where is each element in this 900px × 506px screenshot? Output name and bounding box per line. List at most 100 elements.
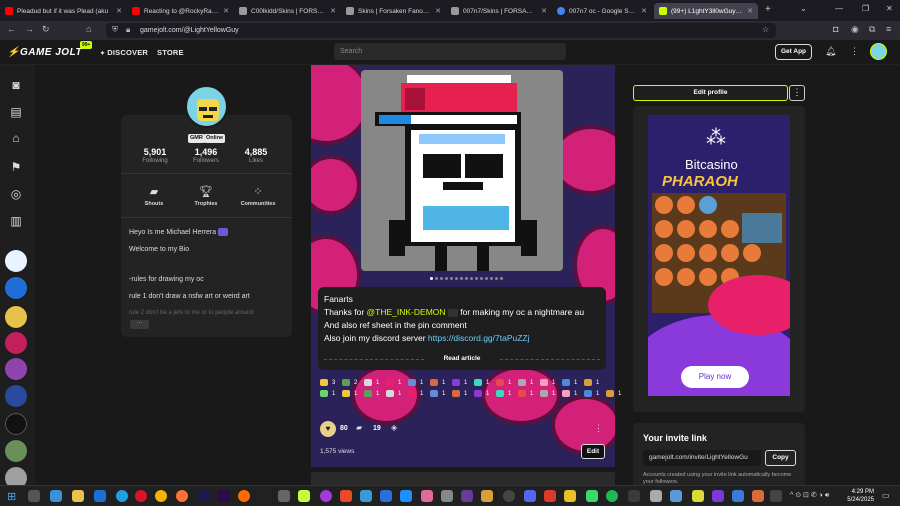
roblox-community-avatar[interactable] bbox=[5, 277, 27, 299]
show-more-button[interactable]: ··· bbox=[130, 320, 149, 329]
mail-icon[interactable] bbox=[50, 490, 62, 502]
sticker-count[interactable]: 1 bbox=[518, 379, 533, 386]
opera-icon[interactable] bbox=[135, 490, 147, 502]
browser-tab[interactable]: 007n7/Skins | FORSAKEN Wiki | F✕ bbox=[446, 3, 552, 19]
trophy-icon[interactable]: 🏆︎ bbox=[199, 185, 213, 198]
app-icon[interactable] bbox=[461, 490, 473, 502]
bell-icon[interactable]: 🔔︎ bbox=[825, 46, 836, 57]
tab-list-icon[interactable]: ⌄ bbox=[800, 4, 807, 13]
firefox-icon[interactable] bbox=[176, 490, 188, 502]
windows-start-icon[interactable]: ⊞ bbox=[7, 490, 16, 503]
capcut-icon[interactable] bbox=[258, 490, 270, 502]
next-post-preview[interactable] bbox=[311, 472, 615, 485]
profile-avatar[interactable] bbox=[185, 85, 228, 128]
profile-menu-button[interactable]: ⋮ bbox=[789, 85, 805, 101]
gamejolt-taskbar-icon[interactable] bbox=[298, 490, 310, 502]
play-now-button[interactable]: Play now bbox=[681, 366, 749, 388]
edge-icon[interactable] bbox=[116, 490, 128, 502]
file-explorer-icon[interactable] bbox=[72, 490, 84, 502]
premiere-icon[interactable] bbox=[218, 490, 230, 502]
maximize-icon[interactable]: ❐ bbox=[862, 4, 869, 13]
sticker-grid[interactable]: 321111111111111111111111111 bbox=[320, 379, 621, 413]
edit-profile-button[interactable]: Edit profile bbox=[633, 85, 788, 101]
pocket-icon[interactable]: ◘ bbox=[833, 24, 838, 34]
sticker-count[interactable]: 1 bbox=[584, 379, 599, 386]
app-icon[interactable] bbox=[586, 490, 598, 502]
post-image[interactable] bbox=[361, 70, 563, 271]
media-player-icon[interactable] bbox=[503, 490, 515, 502]
sticker-count[interactable]: 1 bbox=[562, 379, 577, 386]
task-view-icon[interactable] bbox=[28, 490, 40, 502]
app-icon[interactable] bbox=[692, 490, 704, 502]
sticker-count[interactable]: 1 bbox=[452, 390, 467, 397]
sticker-count[interactable]: 1 bbox=[430, 390, 445, 397]
chrome-icon[interactable] bbox=[155, 490, 167, 502]
search-input[interactable]: Search bbox=[334, 43, 566, 60]
close-icon[interactable]: ✕ bbox=[223, 7, 229, 15]
sticker-count[interactable]: 2 bbox=[342, 379, 357, 386]
sticker-count[interactable]: 1 bbox=[386, 390, 401, 397]
trophy-icon[interactable]: ◎ bbox=[8, 187, 24, 201]
new-tab-icon[interactable]: + bbox=[765, 4, 771, 15]
browser-tab[interactable]: Skins | Forsaken Fanon Wiki | Fa✕ bbox=[341, 3, 446, 19]
nav-store[interactable]: STORE bbox=[157, 48, 184, 57]
gamejolt-logo[interactable]: ⚡GAME JOLT bbox=[7, 47, 82, 58]
app-icon[interactable] bbox=[441, 490, 453, 502]
app-icon[interactable] bbox=[278, 490, 290, 502]
extensions-icon[interactable]: ⧉ bbox=[869, 24, 875, 35]
sticker-count[interactable]: 1 bbox=[562, 390, 577, 397]
shouts-link[interactable]: Shouts bbox=[129, 201, 179, 207]
sticker-count[interactable]: 3 bbox=[320, 379, 335, 386]
likes-count[interactable]: 4,885 bbox=[236, 147, 276, 157]
advertisement[interactable]: ⁂ Bitcasino PHARAOH bbox=[648, 115, 790, 396]
community-avatar[interactable] bbox=[5, 250, 27, 272]
sticker-count[interactable]: 1 bbox=[584, 390, 599, 397]
home-icon[interactable]: ⌂ bbox=[86, 24, 91, 34]
app-icon[interactable] bbox=[628, 490, 640, 502]
sticker-count[interactable]: 1 bbox=[386, 379, 401, 386]
blender-icon[interactable] bbox=[238, 490, 250, 502]
clock-time[interactable]: 4:29 PM bbox=[846, 489, 874, 495]
close-icon[interactable]: ✕ bbox=[747, 7, 753, 15]
more-vertical-icon[interactable]: ⋮ bbox=[594, 423, 603, 434]
following-count[interactable]: 5,901 bbox=[135, 147, 175, 157]
user-avatar[interactable] bbox=[870, 43, 887, 60]
close-icon[interactable]: ✕ bbox=[330, 7, 336, 15]
app-icon[interactable] bbox=[544, 490, 556, 502]
more-vertical-icon[interactable]: ⋮ bbox=[850, 46, 859, 57]
app-icon[interactable] bbox=[400, 490, 412, 502]
read-article-button[interactable]: Read article bbox=[430, 355, 494, 362]
sticker-count[interactable]: 1 bbox=[342, 390, 357, 397]
sticker-add-icon[interactable]: ◈ bbox=[391, 423, 397, 432]
reload-icon[interactable]: ↻ bbox=[42, 24, 50, 35]
spotify-icon[interactable] bbox=[606, 490, 618, 502]
shop-icon[interactable]: ⌂ bbox=[8, 131, 24, 145]
sticker-count[interactable]: 1 bbox=[496, 390, 511, 397]
sticker-count[interactable]: 1 bbox=[518, 390, 533, 397]
home-icon[interactable]: ◙ bbox=[8, 78, 24, 92]
browser-tab[interactable]: Pleadud but if it was Plead (aku ✕ bbox=[0, 3, 127, 19]
nav-discover[interactable]: ✦ DISCOVER bbox=[100, 48, 148, 57]
get-app-button[interactable]: Get App bbox=[775, 44, 812, 60]
forward-icon[interactable]: → bbox=[25, 24, 34, 34]
browser-tab[interactable]: Reacting to @RockyRakoon ✕ bbox=[127, 3, 234, 19]
invite-link-field[interactable]: gamejolt.com/invite/LightYellowGu bbox=[643, 450, 761, 466]
communities-link[interactable]: Communities bbox=[233, 201, 283, 207]
shouts-icon[interactable]: ▰ bbox=[147, 185, 161, 198]
followers-count[interactable]: 1,496 bbox=[186, 147, 226, 157]
sticker-count[interactable]: 1 bbox=[474, 379, 489, 386]
communities-icon[interactable]: ⁘ bbox=[251, 185, 265, 198]
community-avatar[interactable] bbox=[5, 358, 27, 380]
sticker-count[interactable]: 1 bbox=[408, 390, 423, 397]
edit-post-button[interactable]: Edit bbox=[581, 444, 605, 459]
sticker-count[interactable]: 1 bbox=[606, 390, 621, 397]
library-icon[interactable]: ▥ bbox=[8, 214, 24, 228]
account-icon[interactable]: ◉ bbox=[851, 24, 859, 35]
close-icon[interactable]: ✕ bbox=[541, 7, 547, 15]
mention-link[interactable]: @THE_INK-DEMON bbox=[367, 307, 446, 317]
browser-tab[interactable]: 007n7 oc - Google Search✕ bbox=[552, 3, 652, 19]
close-icon[interactable]: ✕ bbox=[641, 7, 647, 15]
menu-icon[interactable]: ≡ bbox=[886, 24, 891, 34]
app-icon[interactable] bbox=[481, 490, 493, 502]
sticker-count[interactable]: 1 bbox=[540, 390, 555, 397]
